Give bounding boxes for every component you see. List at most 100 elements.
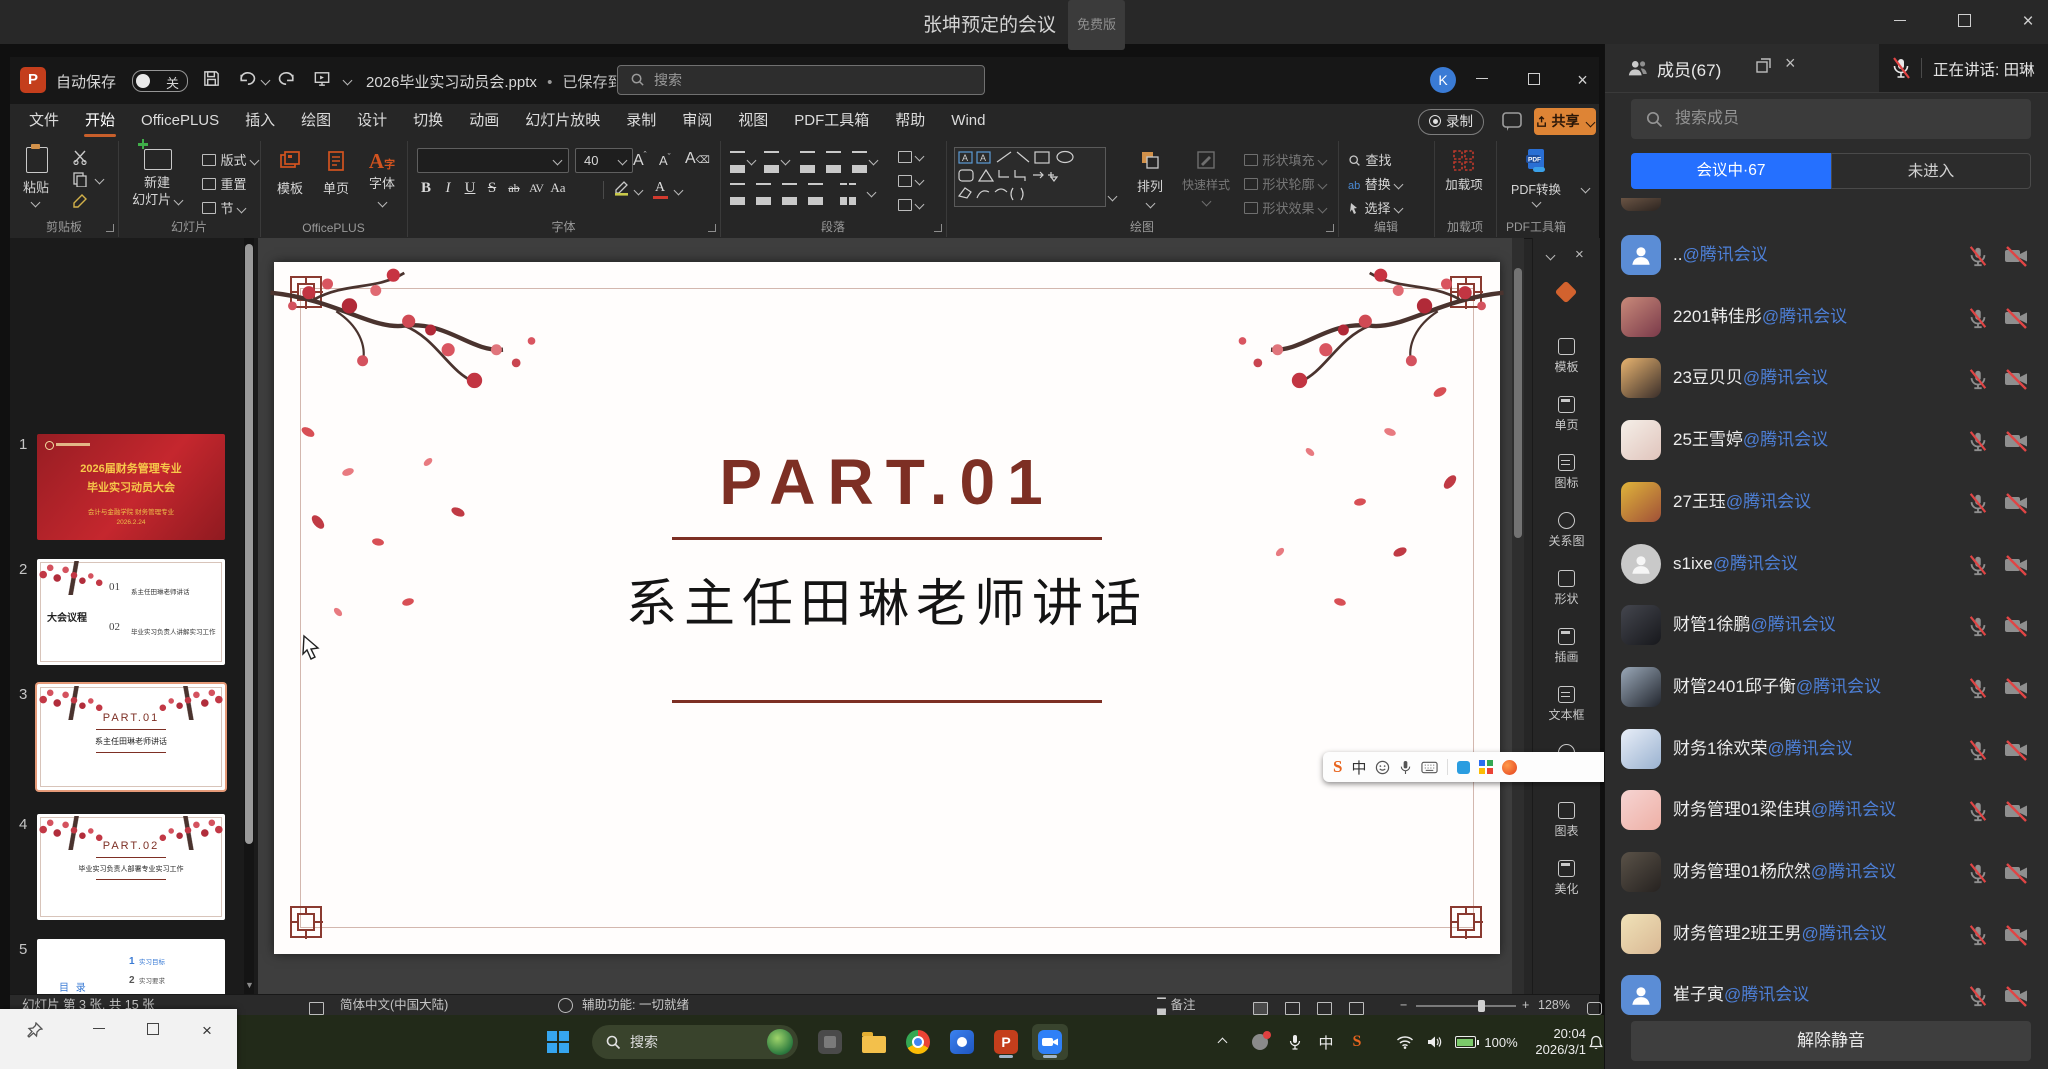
notes-button[interactable]: 备注 (1156, 995, 1196, 1016)
member-row[interactable]: 财务管理01梁佳琪@腾讯会议 (1621, 790, 2035, 842)
mic-off-icon[interactable] (1967, 429, 1989, 458)
maximize-button[interactable] (1944, 7, 1984, 37)
tab-设计[interactable]: 设计 (344, 104, 400, 138)
mini-close-button[interactable]: × (192, 1019, 222, 1043)
font-plus-button[interactable]: A字 字体 (362, 149, 402, 210)
minimize-button[interactable] (1880, 7, 1920, 37)
muted-mic-icon[interactable] (1891, 57, 1911, 79)
comment-icon[interactable] (1500, 109, 1524, 138)
mic-off-icon[interactable] (1967, 984, 1989, 1013)
tab-视图[interactable]: 视图 (725, 104, 781, 138)
tray-ime-mode[interactable]: 中 (1314, 1015, 1338, 1069)
camera-off-icon[interactable] (2003, 553, 2029, 582)
tab-审阅[interactable]: 审阅 (669, 104, 725, 138)
tab-绘图[interactable]: 绘图 (288, 104, 344, 138)
taskbar-app-blue[interactable] (944, 1024, 980, 1060)
zoom-in-button[interactable]: + (1522, 995, 1529, 1016)
drawing-launcher-icon[interactable] (1326, 224, 1334, 232)
thumbnail-scrollbar[interactable]: ▼ (244, 238, 254, 994)
shape-gallery-more-icon[interactable] (1108, 192, 1118, 202)
member-row[interactable]: 2201韩佳彤@腾讯会议 (1621, 297, 2035, 349)
paste-button[interactable]: 粘贴 (14, 177, 58, 196)
find-button[interactable]: 查找 (1348, 150, 1391, 170)
annotate-pen-icon[interactable] (1457, 761, 1470, 774)
strip-item-文本框[interactable]: 文本框 (1533, 686, 1600, 723)
start-button[interactable] (540, 1024, 576, 1060)
font-name-combo[interactable] (417, 148, 569, 173)
cut-icon[interactable] (72, 149, 88, 170)
emoji-icon[interactable] (1375, 760, 1390, 775)
bullets-icon[interactable] (730, 151, 745, 170)
popout-icon[interactable] (1755, 57, 1772, 79)
numbering-icon[interactable] (764, 151, 779, 170)
mic-off-icon[interactable] (1967, 244, 1989, 273)
format-painter-icon[interactable] (72, 193, 88, 214)
tab-开始[interactable]: 开始 (72, 104, 128, 138)
addins-button[interactable]: 加载项 (1440, 177, 1488, 193)
close-button[interactable]: × (2008, 7, 2048, 37)
strip-item-图表[interactable]: 图表 (1533, 802, 1600, 839)
camera-off-icon[interactable] (2003, 244, 2029, 273)
paragraph-launcher-icon[interactable] (934, 224, 942, 232)
strip-close-icon[interactable]: × (1575, 246, 1584, 263)
mic-off-icon[interactable] (1967, 799, 1989, 828)
font-button-4[interactable]: ab (503, 181, 525, 196)
arrange-button[interactable]: 排列 (1128, 149, 1172, 213)
tab-插入[interactable]: 插入 (232, 104, 288, 138)
ime-toolbar[interactable]: S 中 (1323, 752, 1611, 782)
mic-off-icon[interactable] (1967, 367, 1989, 396)
tray-sogou-icon[interactable]: S (1346, 1015, 1368, 1069)
zoom-level[interactable]: 128% (1538, 995, 1570, 1016)
taskbar-search[interactable]: 搜索 (592, 1025, 798, 1059)
tab-切换[interactable]: 切换 (400, 104, 456, 138)
tray-clock[interactable]: 20:042026/3/1 (1524, 1026, 1586, 1058)
font-button-0[interactable]: B (415, 180, 437, 197)
accessibility-status[interactable]: 辅助功能: 一切就绪 (582, 995, 689, 1016)
ppt-restore-button[interactable] (1516, 65, 1552, 95)
select-button[interactable]: 选择 (1348, 198, 1402, 218)
tab-帮助[interactable]: 帮助 (882, 104, 938, 138)
taskbar-app-powerpoint[interactable]: P (988, 1024, 1024, 1060)
account-avatar[interactable]: K (1430, 67, 1456, 93)
strip-collapse-icon[interactable] (1546, 251, 1556, 261)
camera-off-icon[interactable] (2003, 429, 2029, 458)
align-left-icon[interactable] (730, 183, 745, 202)
mini-maximize-button[interactable] (138, 1019, 168, 1043)
current-slide[interactable]: PART.01 系主任田琳老师讲话 (274, 262, 1500, 954)
camera-off-icon[interactable] (2003, 491, 2029, 520)
new-slide-button[interactable]: 新建幻灯片 (122, 174, 192, 208)
ime-keyboard-icon[interactable] (1421, 761, 1438, 774)
font-button-1[interactable]: I (437, 180, 459, 197)
shape-outline-button[interactable]: 形状轮廓 (1244, 174, 1326, 194)
strip-item-关系图[interactable]: 关系图 (1533, 512, 1600, 549)
section-button[interactable]: 节 (202, 198, 245, 218)
camera-off-icon[interactable] (2003, 367, 2029, 396)
tab-文件[interactable]: 文件 (16, 104, 72, 138)
slide-thumbnail-2[interactable]: 大会议程 01 系主任田琳老师讲话 02 毕业实习负责人讲解实习工作 (37, 559, 225, 665)
member-row[interactable]: 27王珏@腾讯会议 (1621, 482, 2035, 534)
member-row[interactable]: 25王雪婷@腾讯会议 (1621, 420, 2035, 472)
mic-off-icon[interactable] (1967, 491, 1989, 520)
tray-app-badge-icon[interactable] (1248, 1015, 1272, 1069)
tab-OfficePLUS[interactable]: OfficePLUS (128, 104, 232, 138)
quick-styles-button[interactable]: 快速样式 (1178, 149, 1234, 211)
undo-icon[interactable] (236, 69, 256, 92)
member-row[interactable]: s1ixe@腾讯会议 (1621, 544, 2035, 596)
strip-item-单页[interactable]: 单页 (1533, 396, 1600, 433)
record-button[interactable]: 录制 (1418, 109, 1484, 135)
tab-not-joined[interactable]: 未进入 (1831, 153, 2031, 189)
member-row[interactable]: ..@腾讯会议 (1621, 235, 2035, 287)
strip-item-插画[interactable]: 插画 (1533, 628, 1600, 665)
panel-close-icon[interactable]: × (1785, 53, 1796, 74)
share-button[interactable]: 共享 (1534, 108, 1596, 135)
member-row[interactable]: 财管2401邱子衡@腾讯会议 (1621, 667, 2035, 719)
tray-battery-icon[interactable] (1452, 1015, 1478, 1069)
tab-录制[interactable]: 录制 (613, 104, 669, 138)
pdf-convert-icon[interactable]: PDF (1524, 147, 1548, 178)
align-text-icon[interactable] (898, 173, 912, 191)
thumbnail-scrollbar-thumb[interactable] (245, 244, 253, 844)
autosave-toggle[interactable]: 关 (132, 70, 188, 92)
single-page-button[interactable]: 单页 (316, 149, 356, 197)
slide-thumbnail-5[interactable]: 目 录 CONTENTS 1 实习目标2 实习要求3 实习内容4 资料收集 (37, 939, 225, 994)
font-button-2[interactable]: U (459, 180, 481, 197)
